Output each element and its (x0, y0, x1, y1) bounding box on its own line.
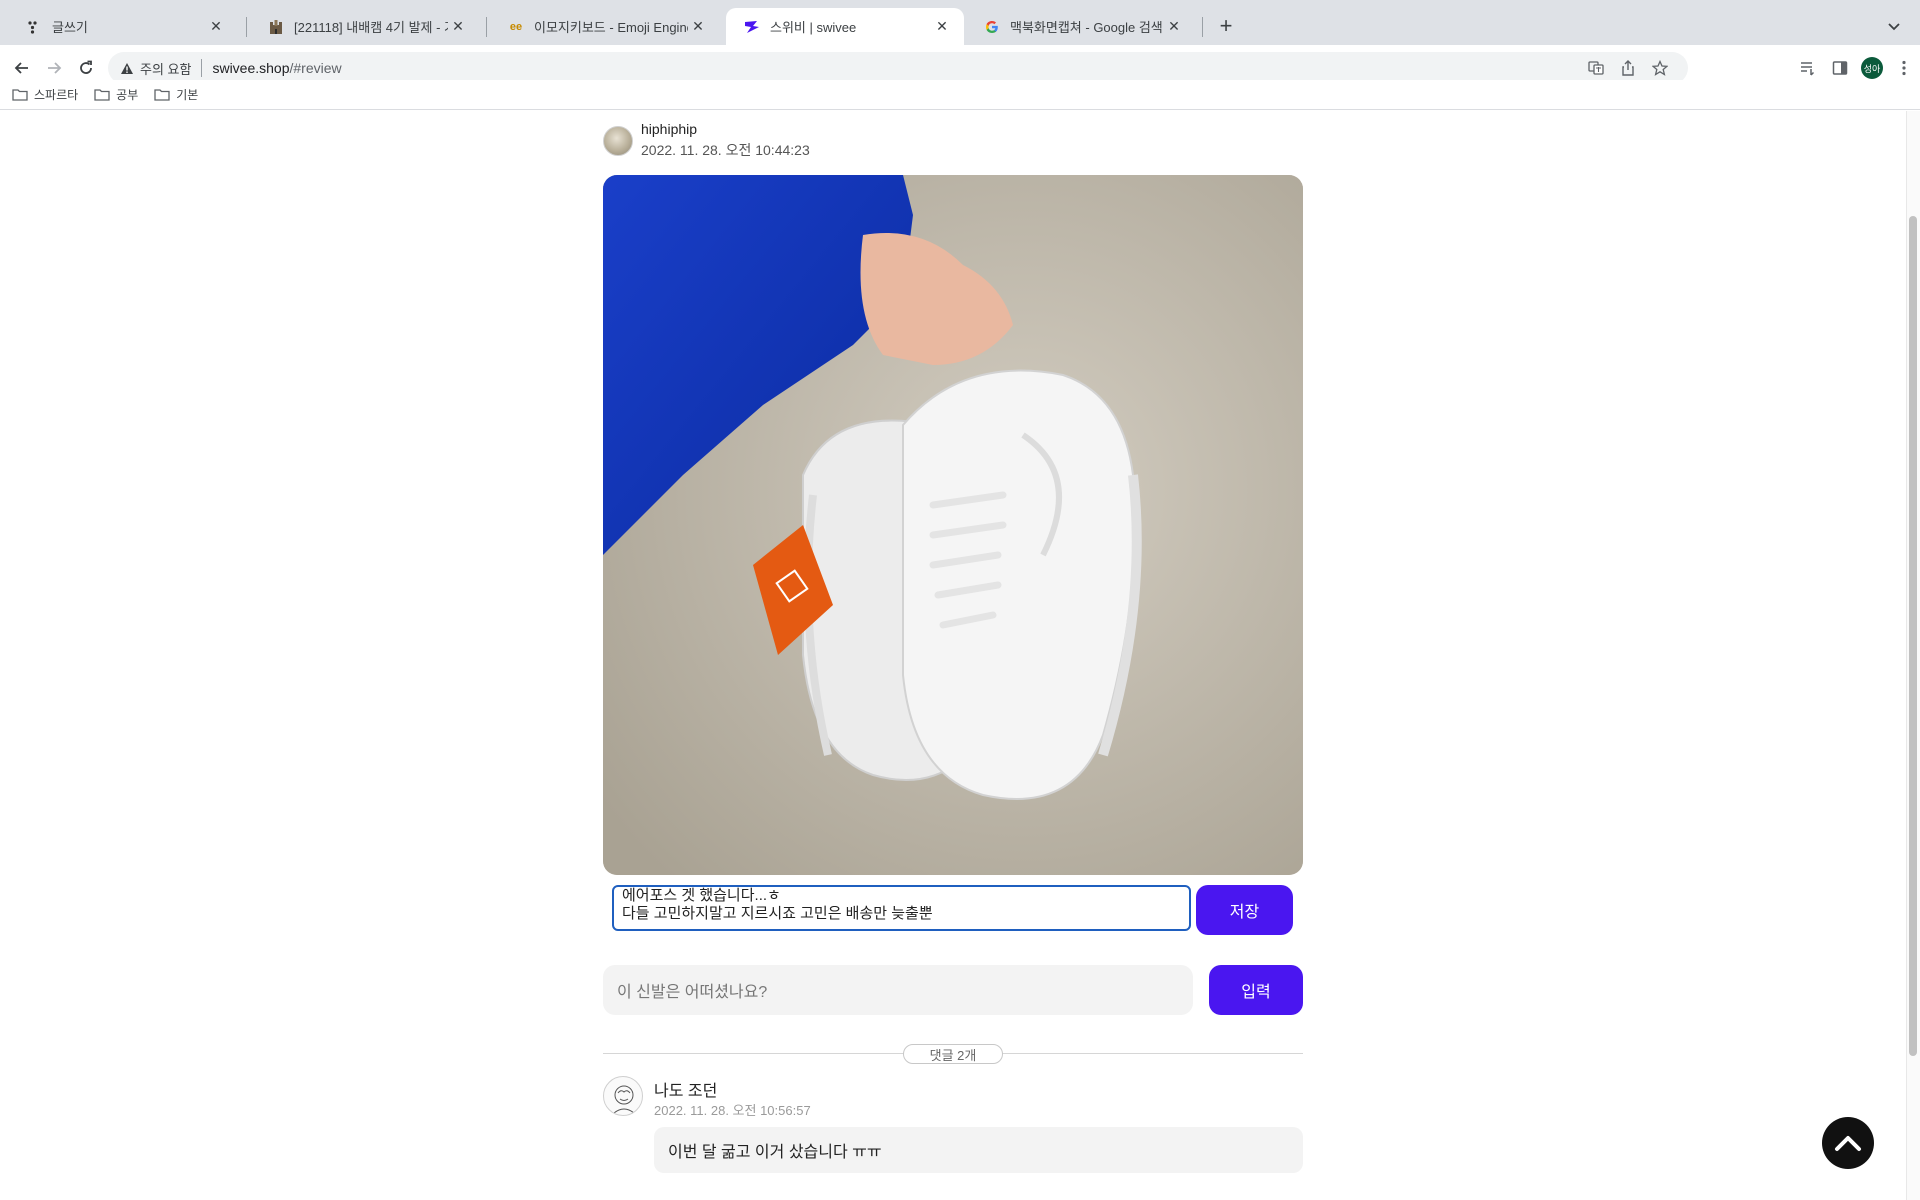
forward-arrow-icon[interactable] (40, 54, 68, 82)
comment-date: 2022. 11. 28. 오전 10:56:57 (654, 1103, 811, 1118)
tab-search-chevron-icon[interactable] (1880, 12, 1908, 40)
scrollbar-thumb[interactable] (1909, 216, 1917, 1056)
comment-author: 나도 조던 (654, 1083, 718, 1100)
review-photo (603, 175, 1303, 875)
tab-swivee[interactable]: 스위비 | swivee ✕ (726, 8, 964, 45)
review-username: hiphiphip (641, 121, 698, 137)
folder-icon (154, 89, 170, 101)
velog-dots-icon (26, 19, 42, 35)
submit-comment-button[interactable]: 입력 (1209, 965, 1303, 1015)
review-header: hiphiphip 2022. 11. 28. 오전 10:44:23 (603, 121, 810, 160)
page-scrollbar[interactable] (1906, 111, 1920, 1200)
comment-form: 이 신발은 어떠셨나요? 입력 (603, 965, 1303, 1015)
bookmark-folder-study[interactable]: 공부 (94, 86, 138, 103)
close-icon[interactable]: ✕ (1164, 17, 1184, 37)
tab-strip: 글쓰기 ✕ [221118] 내배캠 4기 발제 - 기초프 ✕ ee 이모지키… (0, 0, 1920, 45)
security-warning[interactable]: 주의 요함 (120, 59, 191, 78)
tab-title: [221118] 내배캠 4기 발제 - 기초프 (294, 20, 448, 35)
new-tab-button[interactable]: + (1212, 12, 1240, 40)
close-icon[interactable]: ✕ (448, 17, 468, 37)
review-edit-form: 에어포스 겟 했습니다...ㅎ 다들 고민하지말고 지르시죠 고민은 배송만 늦… (612, 885, 1293, 935)
tab-title: 글쓰기 (52, 20, 88, 35)
bookmark-label: 공부 (116, 88, 139, 102)
reload-icon[interactable] (72, 54, 100, 82)
castle-icon (268, 19, 284, 35)
close-icon[interactable]: ✕ (688, 17, 708, 37)
bookmark-folder-sparta[interactable]: 스파르타 (12, 86, 78, 103)
bookmark-folder-basic[interactable]: 기본 (154, 86, 198, 103)
tab-title: 스위비 | swivee (770, 20, 857, 35)
bookmark-label: 기본 (176, 88, 199, 102)
tab-title: 맥북화면캡쳐 - Google 검색 (1010, 20, 1163, 35)
swivee-logo-icon (744, 19, 760, 35)
back-arrow-icon[interactable] (8, 54, 36, 82)
comment-text: 이번 달 굶고 이거 샀습니다 ㅠㅠ (654, 1127, 1303, 1173)
bookmark-label: 스파르타 (34, 88, 79, 102)
review-date: 2022. 11. 28. 오전 10:44:23 (641, 142, 810, 158)
tab-google-search[interactable]: 맥북화면캡쳐 - Google 검색 ✕ (966, 8, 1196, 45)
omnibox-divider (201, 59, 203, 77)
profile-initials: 성아 (1861, 57, 1883, 79)
tab-write[interactable]: 글쓰기 ✕ (8, 8, 238, 45)
user-avatar[interactable] (603, 125, 633, 156)
review-edit-textarea[interactable]: 에어포스 겟 했습니다...ㅎ 다들 고민하지말고 지르시죠 고민은 배송만 늦… (612, 885, 1191, 931)
tab-separator (246, 17, 247, 37)
url-path: /#review (289, 60, 342, 76)
comment-count-badge: 댓글 2개 (903, 1044, 1003, 1064)
tab-title: 이모지키보드 - Emoji Engine 😀 (534, 20, 688, 35)
google-g-icon (984, 19, 1000, 35)
tab-separator (486, 17, 487, 37)
comment-input[interactable]: 이 신발은 어떠셨나요? (603, 965, 1193, 1015)
folder-icon (94, 89, 110, 101)
url-host: swivee.shop (212, 60, 290, 76)
tab-emoji-engine[interactable]: ee 이모지키보드 - Emoji Engine 😀 ✕ (490, 8, 720, 45)
save-button[interactable]: 저장 (1196, 885, 1293, 935)
chevron-up-icon (1835, 1136, 1861, 1151)
tab-bootcamp[interactable]: [221118] 내배캠 4기 발제 - 기초프 ✕ (250, 8, 480, 45)
close-icon[interactable]: ✕ (206, 17, 226, 37)
comment-count-divider: 댓글 2개 (603, 1044, 1303, 1064)
folder-icon (12, 89, 28, 101)
page-content: hiphiphip 2022. 11. 28. 오전 10:44:23 에어포스… (0, 111, 1920, 1200)
scroll-to-top-button[interactable] (1822, 1117, 1874, 1169)
warning-triangle-icon (121, 62, 133, 74)
tab-separator (1202, 17, 1203, 37)
close-icon[interactable]: ✕ (932, 17, 952, 37)
security-label: 주의 요함 (140, 61, 192, 77)
url-text: swivee.shop/#review (212, 60, 341, 76)
ee-logo-icon: ee (509, 20, 523, 33)
comment-avatar[interactable] (603, 1076, 643, 1116)
bookmarks-bar: 스파르타 공부 기본 (0, 80, 1920, 110)
